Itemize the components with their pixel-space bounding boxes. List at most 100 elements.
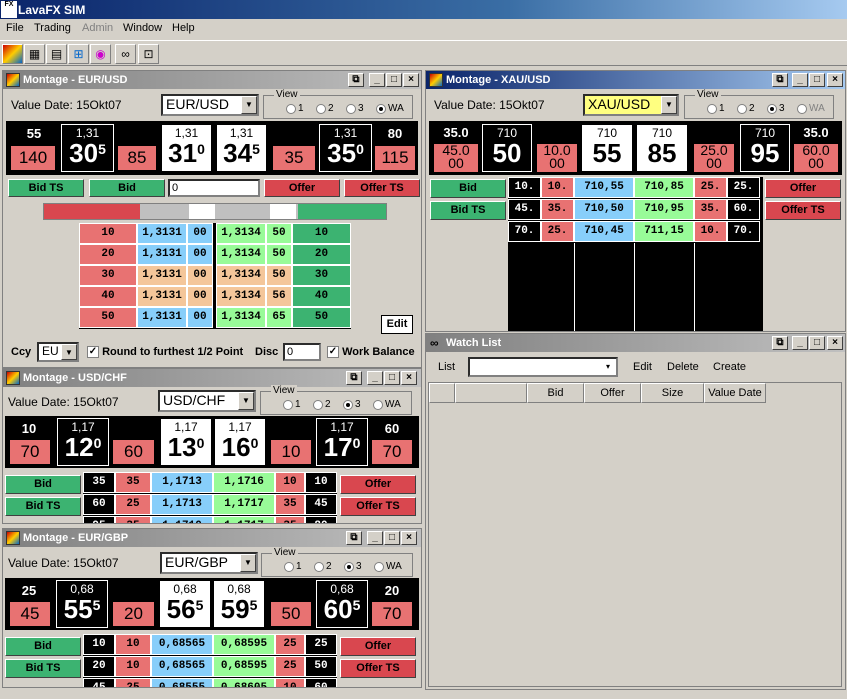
bid-amount-cell[interactable]: 25 [115, 494, 151, 515]
bid-amount-cell[interactable]: 10 [115, 634, 151, 655]
column-header-size[interactable]: Size [641, 383, 704, 403]
bid-price-cell[interactable]: 710,55 [574, 177, 634, 198]
bid-price-cell[interactable]: 710,45 [574, 221, 634, 242]
bid-size-cell[interactable]: 60 [83, 494, 115, 515]
minimize-button[interactable]: _ [369, 73, 385, 87]
offer-size-red[interactable]: 115 [374, 145, 416, 171]
bid-price-cell[interactable]: 1,3131 [137, 223, 187, 244]
bid-amount-cell[interactable]: 10. [541, 177, 574, 198]
offer-amount-cell[interactable]: 10 [275, 472, 305, 493]
bid-size-cell[interactable]: 20 [79, 244, 137, 265]
bid-size-cell[interactable]: 10 [79, 223, 137, 244]
offer-price-cell[interactable]: 0,68605 [213, 678, 275, 687]
minimize-button[interactable]: _ [792, 336, 808, 350]
bid-amount-cell[interactable]: 10 [115, 656, 151, 677]
column-header-offer[interactable]: Offer [584, 383, 641, 403]
detach-button[interactable]: ⧉ [772, 336, 788, 350]
bid-size-cell[interactable]: 30 [79, 265, 137, 286]
bid-size-cell[interactable]: 10. [508, 177, 541, 198]
column-header[interactable] [429, 383, 455, 403]
offer-button[interactable]: Offer [340, 637, 416, 656]
bid-quote-white[interactable]: 1,31 310 [161, 124, 212, 172]
offer-amount-cell[interactable]: 10 [275, 678, 305, 687]
minimize-button[interactable]: _ [367, 371, 383, 385]
view-radio-2[interactable]: 2 [313, 399, 331, 410]
chevron-down-icon[interactable]: ▼ [241, 96, 257, 114]
offer-size-cell[interactable]: 25. [727, 177, 760, 198]
bid-price-cell[interactable]: 710,50 [574, 199, 634, 220]
offer-big-quote[interactable]: 0,68 605 [316, 580, 368, 628]
offer-quote-white[interactable]: 0,68 595 [213, 580, 265, 628]
view-radio-2[interactable]: 2 [316, 103, 334, 114]
bid-amount-red[interactable]: 10.0 00 [536, 143, 578, 173]
edit-button[interactable]: Edit [633, 361, 652, 373]
bid-amount-red[interactable]: 20 [112, 601, 155, 627]
bid-price-cell[interactable]: 1,3131 [137, 244, 187, 265]
bid-amount-red[interactable]: 60 [112, 439, 155, 465]
bid-size-cell[interactable]: 20 [83, 656, 115, 677]
close-button[interactable]: × [401, 371, 417, 385]
maximize-button[interactable]: □ [384, 531, 400, 545]
work-balance-checkbox[interactable]: ✓ Work Balance [327, 346, 415, 359]
bid-pip-cell[interactable]: 00 [187, 223, 213, 244]
view-radio-1[interactable]: 1 [283, 399, 301, 410]
offer-price-cell[interactable]: 711,15 [634, 221, 694, 242]
close-button[interactable]: × [827, 336, 843, 350]
offer-quote-white[interactable]: 710 85 [636, 124, 688, 172]
bid-size-cell[interactable]: 40 [79, 286, 137, 307]
bid-price-cell[interactable]: 1,1710 [151, 516, 213, 523]
bid-big-quote[interactable]: 710 50 [482, 124, 532, 172]
detach-button[interactable]: ⧉ [772, 73, 788, 87]
bid-amount-cell[interactable]: 35 [115, 472, 151, 493]
offer-size-cell[interactable]: 50 [292, 307, 351, 328]
bid-price-cell[interactable]: 1,1713 [151, 494, 213, 515]
offer-price-cell[interactable]: 1,3134 [216, 265, 266, 286]
offer-pip-cell[interactable]: 56 [266, 286, 292, 307]
offer-amount-red[interactable]: 35 [272, 145, 316, 171]
offer-pip-cell[interactable]: 50 [266, 265, 292, 286]
ccy-select[interactable]: EU ▼ [37, 342, 79, 362]
offer-size-red[interactable]: 70 [371, 601, 413, 627]
view-radio-3[interactable]: 3 [346, 103, 364, 114]
view-radio-3[interactable]: 3 [767, 103, 785, 114]
offer-price-cell[interactable]: 710,95 [634, 199, 694, 220]
offer-amount-cell[interactable]: 25 [275, 634, 305, 655]
delete-button[interactable]: Delete [667, 361, 699, 373]
offer-size-cell[interactable]: 60 [305, 678, 337, 687]
bid-size-cell[interactable]: 95 [83, 516, 115, 523]
bid-pip-cell[interactable]: 00 [187, 244, 213, 265]
offer-button[interactable]: Offer [264, 179, 340, 197]
bid-pip-cell[interactable]: 00 [187, 265, 213, 286]
bid-quote-white[interactable]: 710 55 [581, 124, 633, 172]
bid-size-cell[interactable]: 45 [83, 678, 115, 687]
close-button[interactable]: × [827, 73, 843, 87]
view-radio-1[interactable]: 1 [286, 103, 304, 114]
offer-price-cell[interactable]: 0,68595 [213, 656, 275, 677]
offer-price-cell[interactable]: 1,1717 [213, 494, 275, 515]
offer-amount-cell[interactable]: 35. [694, 199, 727, 220]
offer-price-cell[interactable]: 1,1717 [213, 516, 275, 523]
network-icon[interactable]: ⊞ [68, 44, 89, 64]
bid-size-red[interactable]: 140 [10, 145, 56, 171]
bid-ts-button[interactable]: Bid TS [5, 659, 81, 678]
amount-input[interactable]: 0 [168, 179, 260, 197]
column-header-bid[interactable]: Bid [527, 383, 584, 403]
offer-button[interactable]: Offer [765, 179, 841, 198]
offer-ts-button[interactable]: Offer TS [765, 201, 841, 220]
offer-size-cell[interactable]: 70. [727, 221, 760, 242]
bid-size-cell[interactable]: 50 [79, 307, 137, 328]
bid-size-red[interactable]: 45.0 00 [433, 143, 479, 173]
bid-amount-cell[interactable]: 25 [115, 678, 151, 687]
offer-button[interactable]: Offer [340, 475, 416, 494]
offer-amount-red[interactable]: 25.0 00 [693, 143, 735, 173]
bid-ts-button[interactable]: Bid TS [8, 179, 84, 197]
offer-price-cell[interactable]: 1,3134 [216, 307, 266, 328]
menu-trading[interactable]: Trading [34, 22, 71, 34]
minimize-button[interactable]: _ [792, 73, 808, 87]
grid-icon[interactable]: ▦ [24, 44, 45, 64]
offer-ts-button[interactable]: Offer TS [340, 497, 416, 516]
chart-icon[interactable] [2, 44, 23, 64]
bid-ts-button[interactable]: Bid TS [5, 497, 81, 516]
bid-price-cell[interactable]: 0,68565 [151, 634, 213, 655]
bid-size-cell[interactable]: 45. [508, 199, 541, 220]
